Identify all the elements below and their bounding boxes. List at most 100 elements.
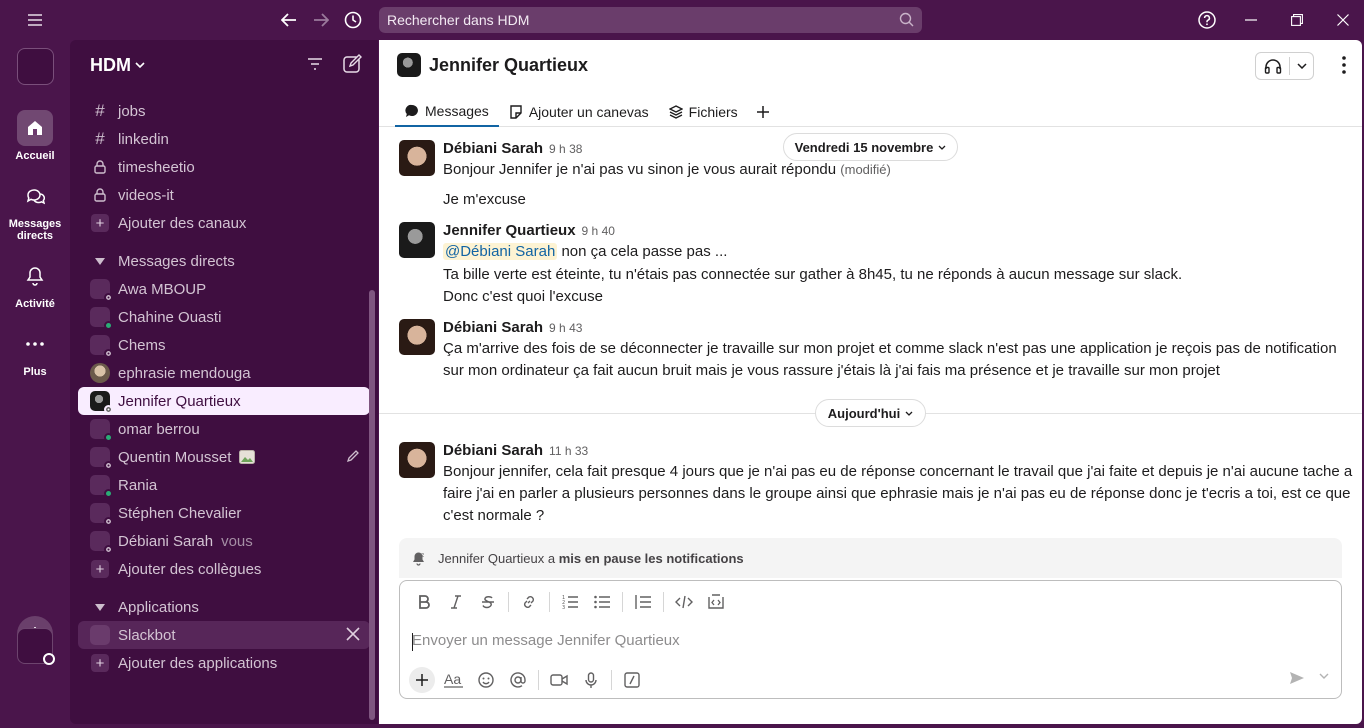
more-options-icon[interactable] (1342, 56, 1346, 74)
avatar[interactable] (399, 140, 435, 176)
minimize-window-icon[interactable] (1237, 6, 1265, 34)
dm-stephen-chevalier[interactable]: Stéphen Chevalier (78, 499, 370, 527)
microphone-icon[interactable] (575, 665, 607, 695)
workspace-logo[interactable] (17, 48, 54, 85)
message-time[interactable]: 11 h 33 (549, 444, 588, 458)
dm-section-header[interactable]: Messages directs (78, 247, 370, 275)
bullet-list-icon[interactable] (586, 587, 618, 617)
strikethrough-icon[interactable] (472, 587, 504, 617)
emoji-icon[interactable] (470, 665, 502, 695)
channel-title-button[interactable]: Jennifer Quartieux (397, 53, 588, 77)
chevron-down-icon[interactable] (1319, 673, 1329, 679)
date-jump-button[interactable]: Vendredi 15 novembre (783, 133, 958, 161)
compose-icon[interactable] (342, 54, 362, 74)
rail-home[interactable]: Accueil (0, 110, 70, 162)
channel-jobs[interactable]: # jobs (78, 97, 370, 125)
huddle-button[interactable] (1255, 52, 1314, 80)
dm-chahine-ouasti[interactable]: Chahine Ouasti (78, 303, 370, 331)
lock-icon (88, 188, 112, 202)
dm-quentin-mousset[interactable]: Quentin Mousset (78, 443, 370, 471)
rail-more[interactable]: Plus (0, 326, 70, 378)
history-clock-icon[interactable] (339, 6, 367, 34)
dm-chems[interactable]: Chems (78, 331, 370, 359)
tab-messages[interactable]: Messages (395, 96, 499, 127)
tab-files[interactable]: Fichiers (659, 96, 748, 127)
lock-icon (88, 160, 112, 174)
forward-arrow-icon[interactable] (307, 6, 335, 34)
channel-label: linkedin (118, 130, 169, 148)
dm-debiani-sarah[interactable]: Débiani Sarah vous (78, 527, 370, 555)
date-jump-button[interactable]: Aujourd'hui (815, 399, 926, 427)
message-author[interactable]: Débiani Sarah (443, 140, 543, 157)
message-author[interactable]: Jennifer Quartieux (443, 222, 576, 239)
message-author[interactable]: Débiani Sarah (443, 319, 543, 336)
dm-label: Awa MBOUP (118, 280, 207, 298)
search-input[interactable]: Rechercher dans HDM (379, 7, 922, 33)
user-mention[interactable]: @Débiani Sarah (443, 243, 558, 260)
send-icon[interactable] (1289, 671, 1305, 685)
italic-icon[interactable] (440, 587, 472, 617)
message-time[interactable]: 9 h 40 (582, 224, 615, 238)
avatar[interactable] (399, 319, 435, 355)
close-window-icon[interactable] (1329, 6, 1357, 34)
hamburger-menu-icon[interactable] (21, 6, 49, 34)
tab-add-canvas[interactable]: Ajouter un canevas (499, 96, 659, 127)
shortcuts-slash-icon[interactable] (616, 665, 648, 695)
channel-title: Jennifer Quartieux (429, 54, 589, 75)
add-apps-button[interactable]: + Ajouter des applications (78, 649, 370, 677)
top-bar: Rechercher dans HDM (0, 0, 1364, 40)
filter-icon[interactable] (307, 57, 323, 71)
canvas-icon (509, 104, 523, 119)
message-time[interactable]: 9 h 38 (549, 142, 582, 156)
blockquote-icon[interactable] (627, 587, 659, 617)
dm-ephrasie-mendouga[interactable]: ephrasie mendouga (78, 359, 370, 387)
text-format-icon[interactable]: Aa (438, 665, 470, 695)
workspace-rail: Accueil Messages directs Activité Plus (0, 40, 70, 728)
status-offline-icon (104, 405, 113, 414)
add-channels-button[interactable]: + Ajouter des canaux (78, 209, 370, 237)
code-block-icon[interactable] (700, 587, 732, 617)
status-online-icon (104, 489, 113, 498)
avatar[interactable] (399, 442, 435, 478)
code-icon[interactable] (668, 587, 700, 617)
link-icon[interactable] (513, 587, 545, 617)
message-composer[interactable]: 123 Envoyer un message Jennifer Quartieu… (399, 580, 1342, 699)
message-input[interactable]: Envoyer un message Jennifer Quartieux (412, 632, 680, 651)
svg-text:z: z (421, 552, 424, 559)
channel-videos-it[interactable]: videos-it (78, 181, 370, 209)
rail-direct-messages[interactable]: Messages directs (0, 178, 70, 242)
avatar[interactable] (399, 222, 435, 258)
mention-at-icon[interactable] (502, 665, 534, 695)
message-author[interactable]: Débiani Sarah (443, 442, 543, 459)
dm-rania[interactable]: Rania (78, 471, 370, 499)
add-colleagues-button[interactable]: + Ajouter des collègues (78, 555, 370, 583)
video-icon[interactable] (543, 665, 575, 695)
sidebar-scrollbar[interactable] (369, 290, 375, 720)
message-time[interactable]: 9 h 43 (549, 321, 582, 335)
channel-timesheetio[interactable]: timesheetio (78, 153, 370, 181)
add-tab-button[interactable] (748, 96, 778, 127)
dm-omar-berrou[interactable]: omar berrou (78, 415, 370, 443)
help-icon[interactable] (1193, 6, 1221, 34)
message-text: Ta bille verte est éteinte, tu n'étais p… (443, 266, 1183, 283)
back-arrow-icon[interactable] (275, 6, 303, 34)
ordered-list-icon[interactable]: 123 (554, 587, 586, 617)
dm-jennifer-quartieux[interactable]: Jennifer Quartieux (78, 387, 370, 415)
workspace-name-button[interactable]: HDM (90, 55, 145, 76)
workspace-name: HDM (90, 55, 131, 75)
bold-icon[interactable] (408, 587, 440, 617)
date-label: Vendredi 15 novembre (794, 139, 934, 155)
apps-section-header[interactable]: Applications (78, 593, 370, 621)
rail-activity[interactable]: Activité (0, 258, 70, 310)
channel-linkedin[interactable]: # linkedin (78, 125, 370, 153)
close-icon[interactable] (346, 627, 360, 641)
attach-plus-icon[interactable] (409, 667, 435, 693)
restore-window-icon[interactable] (1283, 6, 1311, 34)
app-slackbot[interactable]: Slackbot (78, 621, 370, 649)
plus-icon: + (91, 654, 109, 672)
dm-awa-mboup[interactable]: Awa MBOUP (78, 275, 370, 303)
chevron-down-icon[interactable] (1290, 63, 1313, 69)
edit-pencil-icon[interactable] (346, 449, 360, 463)
slackbot-avatar (90, 625, 110, 645)
message-text: Bonjour Jennifer je n'ai pas vu sinon je… (443, 161, 837, 178)
